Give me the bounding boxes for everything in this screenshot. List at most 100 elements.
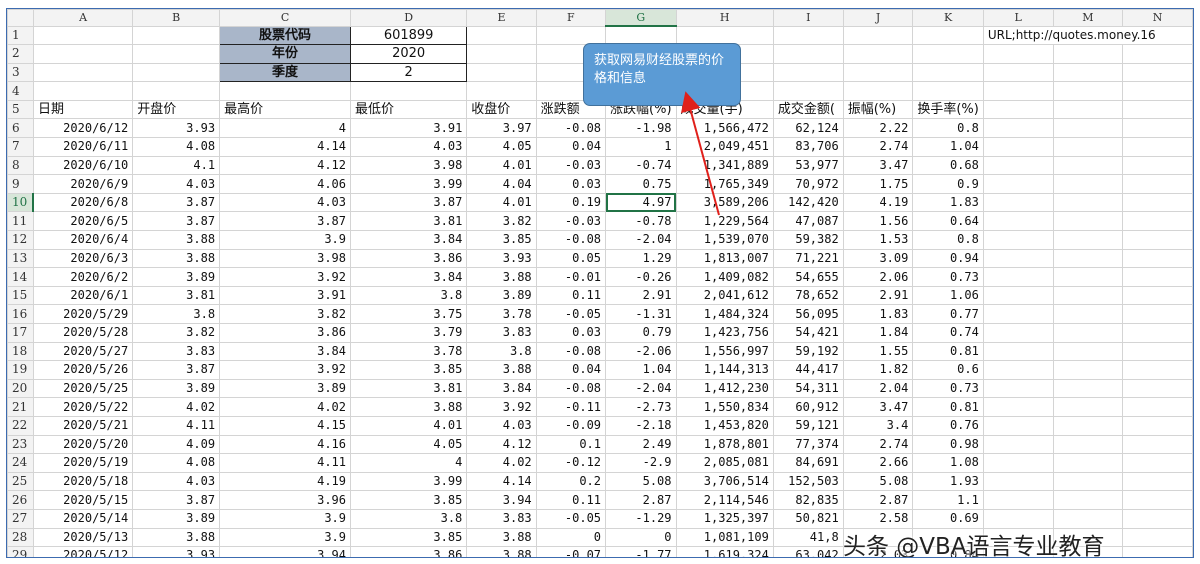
value-cell[interactable]: 3.9 xyxy=(219,527,351,548)
cell[interactable] xyxy=(912,62,984,83)
value-cell[interactable]: 59,382 xyxy=(772,230,844,250)
value-cell[interactable]: 4.02 xyxy=(132,397,221,417)
param-label-cell[interactable]: 股票代码 xyxy=(219,25,351,46)
value-cell[interactable]: -0.08 xyxy=(535,378,607,399)
value-cell[interactable]: 3.8 xyxy=(349,508,468,529)
value-cell[interactable]: 0.1 xyxy=(535,434,607,455)
value-cell[interactable]: 0.11 xyxy=(535,490,607,510)
value-cell[interactable]: 3.88 xyxy=(132,248,221,269)
value-cell[interactable]: -0.09 xyxy=(535,415,607,436)
cell[interactable] xyxy=(982,304,1054,324)
value-cell[interactable]: 0.05 xyxy=(535,248,607,269)
value-cell[interactable]: 4.03 xyxy=(132,471,221,492)
value-cell[interactable]: 1.29 xyxy=(605,248,677,269)
value-cell[interactable]: 0.19 xyxy=(535,192,607,213)
value-cell[interactable]: 44,417 xyxy=(772,360,844,380)
value-cell[interactable]: 3.8 xyxy=(132,304,221,324)
cell[interactable] xyxy=(1052,99,1124,120)
cell[interactable] xyxy=(605,25,677,46)
cell[interactable] xyxy=(132,44,221,64)
row-header[interactable]: 22 xyxy=(7,415,34,436)
value-cell[interactable]: 3.78 xyxy=(349,341,468,362)
value-cell[interactable]: 4.01 xyxy=(466,155,537,176)
value-cell[interactable]: 3.9 xyxy=(219,230,351,250)
value-cell[interactable]: 1,412,230 xyxy=(675,378,774,399)
value-cell[interactable]: -1.31 xyxy=(605,304,677,324)
value-cell[interactable]: 2.66 xyxy=(842,453,914,473)
value-cell[interactable]: 4.16 xyxy=(219,434,351,455)
row-header[interactable]: 9 xyxy=(7,174,34,194)
cell[interactable] xyxy=(1122,44,1193,64)
row-header[interactable]: 4 xyxy=(7,81,34,101)
row-header[interactable]: 25 xyxy=(7,471,34,492)
value-cell[interactable]: 4.04 xyxy=(466,174,537,194)
date-cell[interactable]: 2020/5/20 xyxy=(32,434,134,455)
column-header-k[interactable]: K xyxy=(912,9,984,27)
value-cell[interactable]: 84,691 xyxy=(772,453,844,473)
date-cell[interactable]: 2020/6/4 xyxy=(32,230,134,250)
value-cell[interactable]: 0.79 xyxy=(605,323,677,343)
row-header[interactable]: 18 xyxy=(7,341,34,362)
value-cell[interactable]: 1,453,820 xyxy=(675,415,774,436)
value-cell[interactable]: 3.85 xyxy=(349,490,468,510)
cell[interactable] xyxy=(842,44,914,64)
value-cell[interactable]: 1.83 xyxy=(912,192,984,213)
date-cell[interactable]: 2020/5/25 xyxy=(32,378,134,399)
row-header[interactable]: 28 xyxy=(7,527,34,548)
row-header[interactable]: 13 xyxy=(7,248,34,269)
value-cell[interactable]: 2,085,081 xyxy=(675,453,774,473)
cell[interactable] xyxy=(982,378,1054,399)
cell[interactable] xyxy=(1122,508,1193,529)
cell[interactable] xyxy=(1052,490,1124,510)
value-cell[interactable]: 3.88 xyxy=(466,546,537,557)
value-cell[interactable]: 4.09 xyxy=(132,434,221,455)
value-cell[interactable]: 4.02 xyxy=(219,397,351,417)
value-cell[interactable]: 3.92 xyxy=(219,267,351,287)
select-all-corner[interactable] xyxy=(7,9,34,27)
cell[interactable] xyxy=(1122,527,1193,548)
cell[interactable] xyxy=(1052,415,1124,436)
cell[interactable] xyxy=(32,62,134,83)
value-cell[interactable]: 3.86 xyxy=(349,248,468,269)
value-cell[interactable]: 1,081,109 xyxy=(675,527,774,548)
cell[interactable] xyxy=(912,81,984,101)
value-cell[interactable]: 82,835 xyxy=(772,490,844,510)
value-cell[interactable]: 5.08 xyxy=(842,471,914,492)
cell[interactable] xyxy=(982,508,1054,529)
value-cell[interactable]: 3.93 xyxy=(132,546,221,557)
value-cell[interactable]: -0.03 xyxy=(535,155,607,176)
cell[interactable] xyxy=(1122,378,1193,399)
value-cell[interactable]: 3.87 xyxy=(132,211,221,232)
row-header[interactable]: 1 xyxy=(7,25,34,46)
param-value-cell[interactable]: 2020 xyxy=(349,44,468,64)
cell[interactable] xyxy=(1052,248,1124,269)
value-cell[interactable]: 1 xyxy=(605,137,677,157)
cell[interactable] xyxy=(1122,211,1193,232)
row-header[interactable]: 12 xyxy=(7,230,34,250)
cell[interactable] xyxy=(1122,304,1193,324)
value-cell[interactable]: 0.76 xyxy=(912,415,984,436)
value-cell[interactable]: 54,311 xyxy=(772,378,844,399)
cell[interactable] xyxy=(982,62,1054,83)
value-cell[interactable]: 41,8 xyxy=(772,527,844,548)
value-cell[interactable]: 3.94 xyxy=(219,546,351,557)
value-cell[interactable]: 1,484,324 xyxy=(675,304,774,324)
value-cell[interactable]: 1,325,397 xyxy=(675,508,774,529)
value-cell[interactable]: -2.06 xyxy=(605,341,677,362)
cell[interactable] xyxy=(1052,192,1124,213)
param-label-cell[interactable]: 年份 xyxy=(219,44,351,64)
date-cell[interactable]: 2020/6/3 xyxy=(32,248,134,269)
value-cell[interactable]: 3.92 xyxy=(219,360,351,380)
date-cell[interactable]: 2020/6/9 xyxy=(32,174,134,194)
date-cell[interactable]: 2020/6/11 xyxy=(32,137,134,157)
value-cell[interactable]: 1,566,472 xyxy=(675,118,774,139)
value-cell[interactable]: 2.04 xyxy=(842,378,914,399)
value-cell[interactable]: 53,977 xyxy=(772,155,844,176)
cell[interactable] xyxy=(219,81,351,101)
column-title-cell[interactable]: 换手率(%) xyxy=(912,99,984,120)
row-header[interactable]: 14 xyxy=(7,267,34,287)
value-cell[interactable]: -0.08 xyxy=(535,230,607,250)
value-cell[interactable]: 3.98 xyxy=(219,248,351,269)
value-cell[interactable]: 4 xyxy=(349,453,468,473)
value-cell[interactable]: 0.04 xyxy=(535,137,607,157)
